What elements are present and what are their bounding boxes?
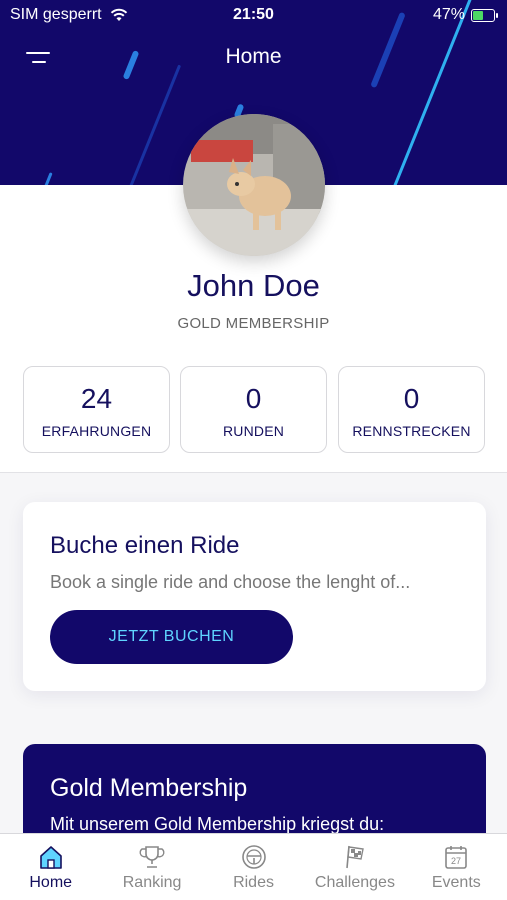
stat-value: 0 bbox=[245, 383, 262, 414]
tab-label: Events bbox=[431, 874, 481, 891]
battery-level bbox=[473, 10, 484, 20]
card-description: Mit unserem Gold Membership kriegst du: bbox=[50, 814, 385, 834]
tab-challenges[interactable]: Challenges bbox=[304, 834, 405, 900]
tab-events[interactable]: 27 Events bbox=[406, 834, 507, 900]
steering-wheel-icon bbox=[241, 845, 266, 869]
gold-membership-card[interactable]: Gold Membership Mit unserem Gold Members… bbox=[23, 744, 486, 844]
stat-label: ERFAHRUNGEN bbox=[41, 423, 152, 439]
stat-value: 0 bbox=[403, 383, 420, 414]
stat-label: RENNSTRECKEN bbox=[352, 423, 471, 439]
battery-percent: 47% bbox=[432, 6, 465, 23]
home-icon bbox=[39, 846, 62, 869]
decor-streak bbox=[42, 172, 53, 185]
card-title: Buche einen Ride bbox=[50, 532, 240, 559]
calendar-day: 27 bbox=[451, 856, 461, 866]
tab-label: Rides bbox=[233, 874, 274, 891]
tab-rides[interactable]: Rides bbox=[203, 834, 304, 900]
card-description: Book a single ride and choose the lenght… bbox=[50, 572, 411, 592]
calendar-icon: 27 bbox=[445, 846, 468, 869]
tab-label: Ranking bbox=[122, 874, 182, 891]
avatar-photo-dog bbox=[183, 114, 325, 256]
checkered-flag-icon bbox=[346, 845, 364, 869]
profile-name: John Doe bbox=[187, 268, 320, 303]
book-now-button[interactable]: JETZT BUCHEN bbox=[50, 610, 293, 664]
trophy-icon bbox=[139, 846, 165, 868]
tab-bar: Home Ranking Rides Challenges 27 Events bbox=[0, 833, 507, 900]
tab-label: Challenges bbox=[314, 874, 395, 891]
clock: 21:50 bbox=[233, 6, 274, 23]
stat-value: 24 bbox=[80, 383, 113, 414]
decor-streak bbox=[125, 64, 182, 185]
page-title: Home bbox=[225, 45, 282, 68]
avatar[interactable] bbox=[183, 114, 325, 256]
stat-label: RUNDEN bbox=[222, 423, 285, 439]
book-ride-card[interactable]: Buche einen Ride Book a single ride and … bbox=[23, 502, 486, 691]
tab-label: Home bbox=[29, 874, 73, 891]
tab-home[interactable]: Home bbox=[0, 834, 101, 900]
card-title: Gold Membership bbox=[50, 774, 248, 802]
membership-label: GOLD MEMBERSHIP bbox=[177, 315, 330, 332]
stat-card-runden[interactable]: 0 RUNDEN bbox=[180, 366, 327, 453]
status-bar: SIM gesperrt 21:50 47% bbox=[0, 0, 507, 32]
tab-ranking[interactable]: Ranking bbox=[101, 834, 202, 900]
stat-card-rennstrecken[interactable]: 0 RENNSTRECKEN bbox=[338, 366, 485, 453]
battery-icon bbox=[471, 8, 498, 22]
stat-card-erfahrungen[interactable]: 24 ERFAHRUNGEN bbox=[23, 366, 170, 453]
